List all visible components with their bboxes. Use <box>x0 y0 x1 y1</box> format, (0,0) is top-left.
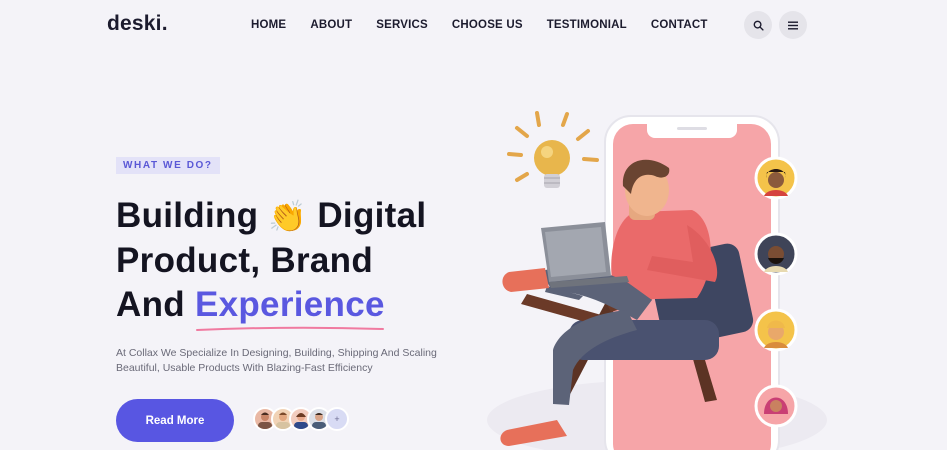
headline-word-and: And <box>116 285 185 324</box>
section-badge: WHAT WE DO? <box>116 157 220 174</box>
side-avatar-4 <box>754 384 798 428</box>
nav-home[interactable]: HOME <box>251 19 286 31</box>
side-avatar-1 <box>754 156 798 200</box>
side-avatar-3 <box>754 308 798 352</box>
underline-stroke <box>195 326 384 331</box>
hero-headline: Building 👏 Digital Product, Brand And Ex… <box>116 194 427 331</box>
team-avatars: + <box>253 407 349 431</box>
side-avatar-2 <box>754 232 798 276</box>
more-avatars-badge[interactable]: + <box>325 407 349 431</box>
nav-about[interactable]: ABOUT <box>310 19 352 31</box>
hero-illustration <box>487 111 827 450</box>
hero-description: At Collax We Specialize In Designing, Bu… <box>116 347 437 374</box>
clapping-hands-emoji: 👏 <box>268 199 308 234</box>
read-more-button[interactable]: Read More <box>116 399 234 442</box>
headline-line-2: Product, Brand <box>116 241 373 280</box>
brand-logo[interactable]: deski. <box>107 12 168 36</box>
headline-accent-word: Experience <box>195 283 385 331</box>
headline-word-digital: Digital <box>317 196 427 235</box>
nav-services[interactable]: SERVICS <box>376 19 428 31</box>
headline-word-building: Building <box>116 196 259 235</box>
lightbulb-icon <box>507 111 599 188</box>
